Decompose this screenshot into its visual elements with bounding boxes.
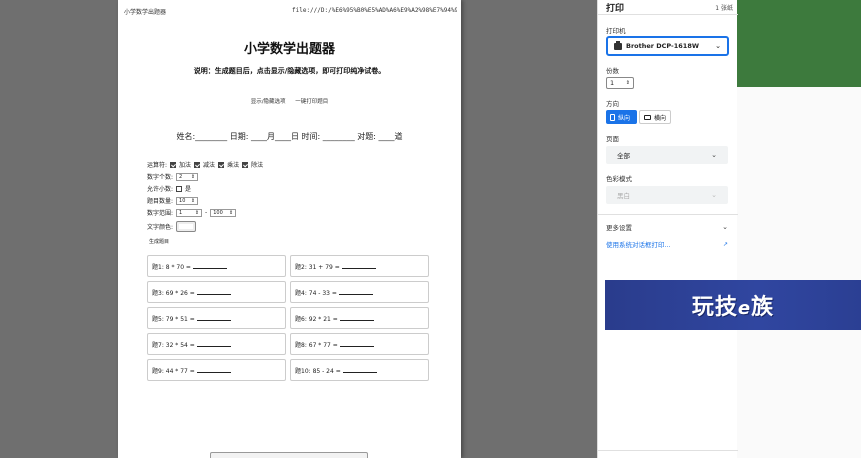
- orientation-label: 方向: [606, 100, 619, 108]
- color-mode-select[interactable]: 黑白 ⌄: [606, 186, 728, 204]
- subtract-label: 减法: [203, 162, 216, 169]
- checkbox-decimal: [176, 185, 183, 192]
- printer-name: Brother DCP-1618W: [626, 42, 700, 50]
- landscape-label: 横向: [654, 114, 667, 122]
- range-label: 数字范围:: [147, 210, 174, 217]
- decimal-row: 允许小数: 是: [147, 184, 191, 193]
- print-title: 打印: [606, 4, 625, 14]
- range-separator: -: [205, 209, 208, 216]
- banner-logo-text: 玩技e族: [691, 295, 775, 320]
- operators-label: 运算符:: [147, 162, 168, 169]
- checkbox-divide: [242, 161, 249, 168]
- color-row: 文字颜色:: [147, 221, 197, 232]
- chevron-down-icon: ⌄: [711, 151, 717, 159]
- system-dialog-link[interactable]: 使用系统对话框打印... ↗: [606, 239, 728, 250]
- question-item: 题8: 67 * 77 =: [290, 333, 429, 355]
- system-dialog-label: 使用系统对话框打印...: [606, 241, 671, 249]
- pages-value: 全部: [617, 152, 630, 160]
- chevron-down-icon: ⌄: [715, 42, 721, 50]
- question-item: 题7: 32 * 54 =: [147, 333, 286, 355]
- preview-page: 小学数学出题器 file:///D:/%E6%95%B0%E5%AD%A6%E9…: [118, 0, 461, 458]
- range-row: 数字范围: 1 ⇕ - 100 ⇕: [147, 208, 237, 217]
- color-mode-label: 色彩模式: [606, 175, 632, 183]
- panel-divider: [598, 14, 738, 15]
- range-max-input: 100 ⇕: [210, 208, 237, 217]
- question-item: 题1: 8 * 70 =: [147, 255, 286, 277]
- portrait-label: 纵向: [618, 114, 631, 122]
- color-swatch: [176, 221, 197, 232]
- question-item: 题2: 31 + 79 =: [290, 255, 429, 277]
- panel-divider: [598, 450, 738, 451]
- add-label: 加法: [179, 162, 192, 169]
- question-item: 题6: 92 * 21 =: [290, 307, 429, 329]
- copies-value: 1: [610, 79, 615, 87]
- copies-input[interactable]: 1 ⇕: [606, 77, 634, 89]
- multiply-label: 乘法: [227, 162, 240, 169]
- more-settings-toggle[interactable]: 更多设置 ⌄: [606, 222, 728, 232]
- question-count-label: 题目数量:: [147, 198, 174, 205]
- num-count-row: 数字个数: 2 ⇕: [147, 172, 199, 181]
- page-header-title: 小学数学出题器: [124, 9, 167, 16]
- decimal-option: 是: [185, 186, 192, 193]
- question-item: 题10: 85 - 24 =: [290, 359, 429, 381]
- page-zoom-controls[interactable]: [210, 452, 368, 458]
- chevron-down-icon: ⌄: [722, 223, 728, 231]
- panel-divider: [598, 214, 738, 215]
- printer-select[interactable]: Brother DCP-1618W ⌄: [606, 36, 729, 56]
- pages-select[interactable]: 全部 ⌄: [606, 146, 728, 164]
- more-settings-label: 更多设置: [606, 224, 632, 232]
- print-questions-link: 一键打印题目: [295, 99, 329, 105]
- student-info-line: 姓名:________ 日期: ____月____日 时间: ________ …: [176, 132, 403, 141]
- portrait-icon: [610, 113, 615, 121]
- divide-label: 除法: [251, 162, 264, 169]
- landscape-icon: [644, 114, 651, 120]
- background-green-block: [737, 0, 861, 87]
- question-item: 题5: 79 * 51 =: [147, 307, 286, 329]
- external-link-icon: ↗: [722, 240, 728, 248]
- page-description: 说明：生成题目后，点击显示/隐藏选项，即可打印纯净试卷。: [193, 67, 386, 75]
- sheet-count: 1 张纸: [715, 5, 733, 12]
- stepper-icon: ⇕: [625, 80, 630, 86]
- num-count-label: 数字个数:: [147, 174, 174, 181]
- printer-label: 打印机: [606, 27, 626, 35]
- generate-button: 生成题目: [149, 239, 170, 245]
- question-count-row: 题目数量: 10 ⇕: [147, 196, 199, 205]
- page-title: 小学数学出题器: [243, 42, 335, 57]
- checkbox-add: [170, 161, 177, 168]
- watermark-banner: 玩技e族: [605, 280, 861, 330]
- question-item: 题4: 74 - 33 =: [290, 281, 429, 303]
- page-header-url: file:///D:/%E6%95%B0%E5%AD%A6%E9%A2%98%E…: [292, 7, 457, 14]
- question-item: 题9: 44 * 77 =: [147, 359, 286, 381]
- copies-label: 份数: [606, 67, 619, 75]
- printer-icon: [614, 40, 622, 50]
- portrait-button[interactable]: 纵向: [606, 110, 637, 124]
- num-count-input: 2 ⇕: [176, 172, 199, 181]
- operators-row: 运算符: 加法 减法 乘法 除法: [147, 160, 263, 169]
- checkbox-subtract: [194, 161, 201, 168]
- question-count-input: 10 ⇕: [176, 196, 199, 205]
- checkbox-multiply: [218, 161, 225, 168]
- color-label: 文字颜色:: [147, 224, 174, 231]
- decimal-label: 允许小数:: [147, 186, 174, 193]
- landscape-button[interactable]: 横向: [639, 110, 671, 124]
- toggle-options-link: 显示/隐藏选项: [250, 99, 286, 105]
- range-min-input: 1 ⇕: [176, 208, 203, 217]
- print-settings-panel: 打印 1 张纸 打印机 Brother DCP-1618W ⌄ 份数 1 ⇕ 方…: [597, 0, 738, 458]
- chevron-down-icon: ⌄: [711, 191, 717, 199]
- question-item: 题3: 69 * 26 =: [147, 281, 286, 303]
- pages-label: 页面: [606, 135, 619, 143]
- color-mode-value: 黑白: [617, 192, 630, 200]
- page-links: 显示/隐藏选项 一键打印题目: [118, 97, 461, 105]
